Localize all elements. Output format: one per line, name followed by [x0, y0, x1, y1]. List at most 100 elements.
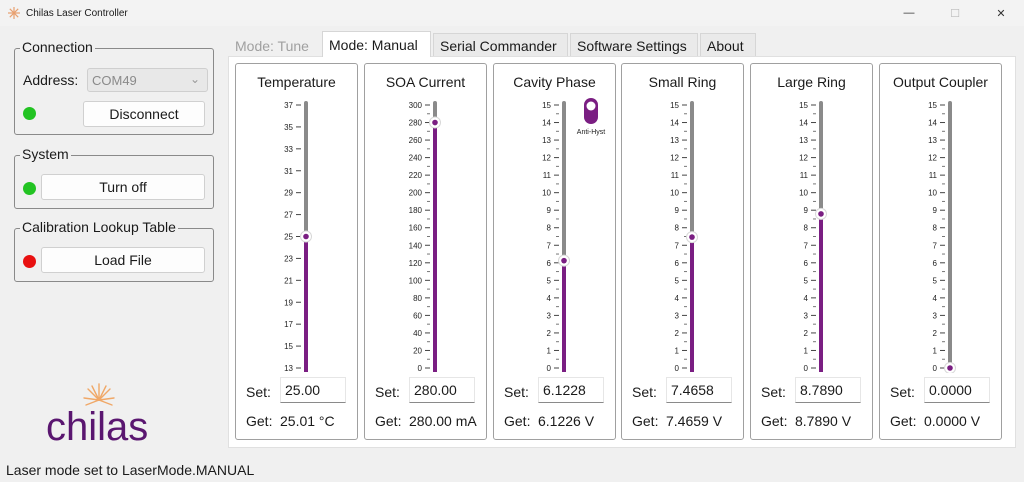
- chilas-logo: chilas: [40, 380, 190, 450]
- address-value: COM49: [92, 72, 137, 88]
- tick-label: 3: [804, 311, 809, 320]
- vertical-slider[interactable]: 0123456789101112131415: [622, 98, 745, 373]
- tick-label: 2: [804, 329, 809, 338]
- tick-label: 8: [675, 224, 680, 233]
- channel-large_ring: Large Ring 0 1 2 3 4 5 6 7 8 9 10 11 12 13 14 15 Set: 8.78…: [750, 63, 873, 440]
- tick-label: 21: [284, 276, 293, 285]
- set-value-input[interactable]: 25.00: [280, 377, 346, 403]
- tick-label: 15: [799, 101, 808, 110]
- system-group: System Turn off: [14, 146, 214, 209]
- get-value-readout: 6.1226 V: [538, 413, 595, 429]
- vertical-slider[interactable]: 13 15 17 19 21 23 25 27 29 31 33 35 37: [236, 98, 359, 373]
- set-value-input[interactable]: 8.7890: [795, 377, 861, 403]
- slider-fill: [304, 236, 308, 372]
- tick-label: 60: [413, 311, 422, 320]
- get-label: Get:: [890, 413, 917, 429]
- get-label: Get:: [761, 413, 788, 429]
- vertical-slider[interactable]: 0123456789101112131415Anti-Hyst: [494, 98, 617, 373]
- set-value-input[interactable]: 7.4658: [666, 377, 732, 403]
- vertical-slider[interactable]: 0 20 40 60 80 100 120 140 160 180 200 220 240 260 280 3…: [365, 98, 488, 373]
- tick-label: 12: [542, 154, 551, 163]
- tick-label: 280: [409, 119, 423, 128]
- tick-label: 37: [284, 101, 293, 110]
- tick-label: 9: [804, 206, 809, 215]
- channel-title: Temperature: [257, 74, 336, 90]
- channel-phase: Cavity Phase 0 1 2 3 4 5 6 7 8 9 10 11 12 13 14 15 Anti-H…: [493, 63, 616, 440]
- tick-label: 3: [933, 311, 938, 320]
- tick-label: 4: [547, 294, 552, 303]
- tick-label: 8: [547, 224, 552, 233]
- set-label: Set:: [761, 384, 786, 400]
- slider-track: [948, 101, 952, 372]
- turn-off-button[interactable]: Turn off: [41, 174, 205, 200]
- tick-label: 17: [284, 320, 293, 329]
- tab-mode-tune: Mode: Tune: [228, 33, 321, 57]
- vertical-slider[interactable]: 0123456789101112131415: [880, 98, 1003, 373]
- tick-label: 15: [928, 101, 937, 110]
- tick-label: 4: [675, 294, 680, 303]
- calibration-group: Calibration Lookup Table Load File: [14, 219, 214, 282]
- tick-label: 12: [799, 154, 808, 163]
- slider-fill: [433, 122, 437, 373]
- tick-label: 3: [547, 311, 552, 320]
- tab-about[interactable]: About: [700, 33, 756, 57]
- tick-label: 200: [409, 189, 423, 198]
- tick-label: 100: [409, 276, 423, 285]
- vertical-slider[interactable]: 0123456789101112131415: [751, 98, 874, 373]
- set-value-input[interactable]: 280.00: [409, 377, 475, 403]
- tick-label: 5: [675, 276, 680, 285]
- tick-label: 10: [928, 189, 937, 198]
- set-label: Set:: [375, 384, 400, 400]
- tick-label: 13: [670, 136, 679, 145]
- tick-label: 2: [933, 329, 938, 338]
- tick-label: 5: [547, 276, 552, 285]
- sun-rays-icon: [83, 383, 115, 406]
- get-value-readout: 25.01 °C: [280, 413, 335, 429]
- set-label: Set:: [504, 384, 529, 400]
- tick-label: 7: [933, 241, 938, 250]
- system-status-indicator: [23, 182, 36, 195]
- set-value-input[interactable]: 6.1228: [538, 377, 604, 403]
- address-combobox[interactable]: COM49 ⌄: [87, 68, 208, 92]
- get-label: Get:: [375, 413, 402, 429]
- tab-serial-commander[interactable]: Serial Commander: [433, 33, 568, 57]
- get-value-readout: 8.7890 V: [795, 413, 852, 429]
- tick-label: 14: [928, 119, 937, 128]
- tick-label: 0: [804, 364, 809, 373]
- tick-label: 14: [670, 119, 679, 128]
- channel-title: SOA Current: [385, 74, 466, 90]
- close-button[interactable]: ✕: [978, 0, 1024, 26]
- slider-handle-center: [561, 257, 567, 264]
- tick-label: 25: [284, 233, 293, 242]
- tick-label: 9: [547, 206, 552, 215]
- set-value-input[interactable]: 0.0000: [924, 377, 990, 403]
- calibration-group-title: Calibration Lookup Table: [20, 219, 178, 235]
- tick-label: 13: [928, 136, 937, 145]
- set-label: Set:: [632, 384, 657, 400]
- tick-label: 15: [284, 342, 293, 351]
- tick-label: 10: [799, 189, 808, 198]
- get-value-readout: 7.4659 V: [666, 413, 723, 429]
- tick-label: 13: [284, 364, 293, 373]
- disconnect-button[interactable]: Disconnect: [83, 101, 205, 127]
- tick-label: 11: [543, 171, 552, 180]
- load-file-button[interactable]: Load File: [41, 247, 205, 273]
- channel-soa: SOA Current 0 20 40 60 80 100 120 140 160 180 200 22…: [364, 63, 487, 440]
- get-label: Get:: [246, 413, 273, 429]
- tick-label: 35: [284, 123, 293, 132]
- tab-software-settings[interactable]: Software Settings: [570, 33, 698, 57]
- tick-label: 4: [933, 294, 938, 303]
- tick-label: 2: [675, 329, 680, 338]
- tick-label: 31: [284, 167, 293, 176]
- tick-label: 220: [409, 171, 423, 180]
- tick-label: 9: [933, 206, 938, 215]
- get-value-readout: 0.0000 V: [924, 413, 981, 429]
- tab-mode-manual[interactable]: Mode: Manual: [322, 31, 431, 57]
- tick-label: 240: [409, 154, 423, 163]
- tick-label: 0: [675, 364, 680, 373]
- tick-label: 5: [804, 276, 809, 285]
- minimize-button[interactable]: —: [886, 0, 932, 26]
- tick-label: 7: [547, 241, 552, 250]
- title-bar: Chilas Laser Controller — ☐ ✕: [0, 0, 1024, 26]
- tick-label: 4: [804, 294, 809, 303]
